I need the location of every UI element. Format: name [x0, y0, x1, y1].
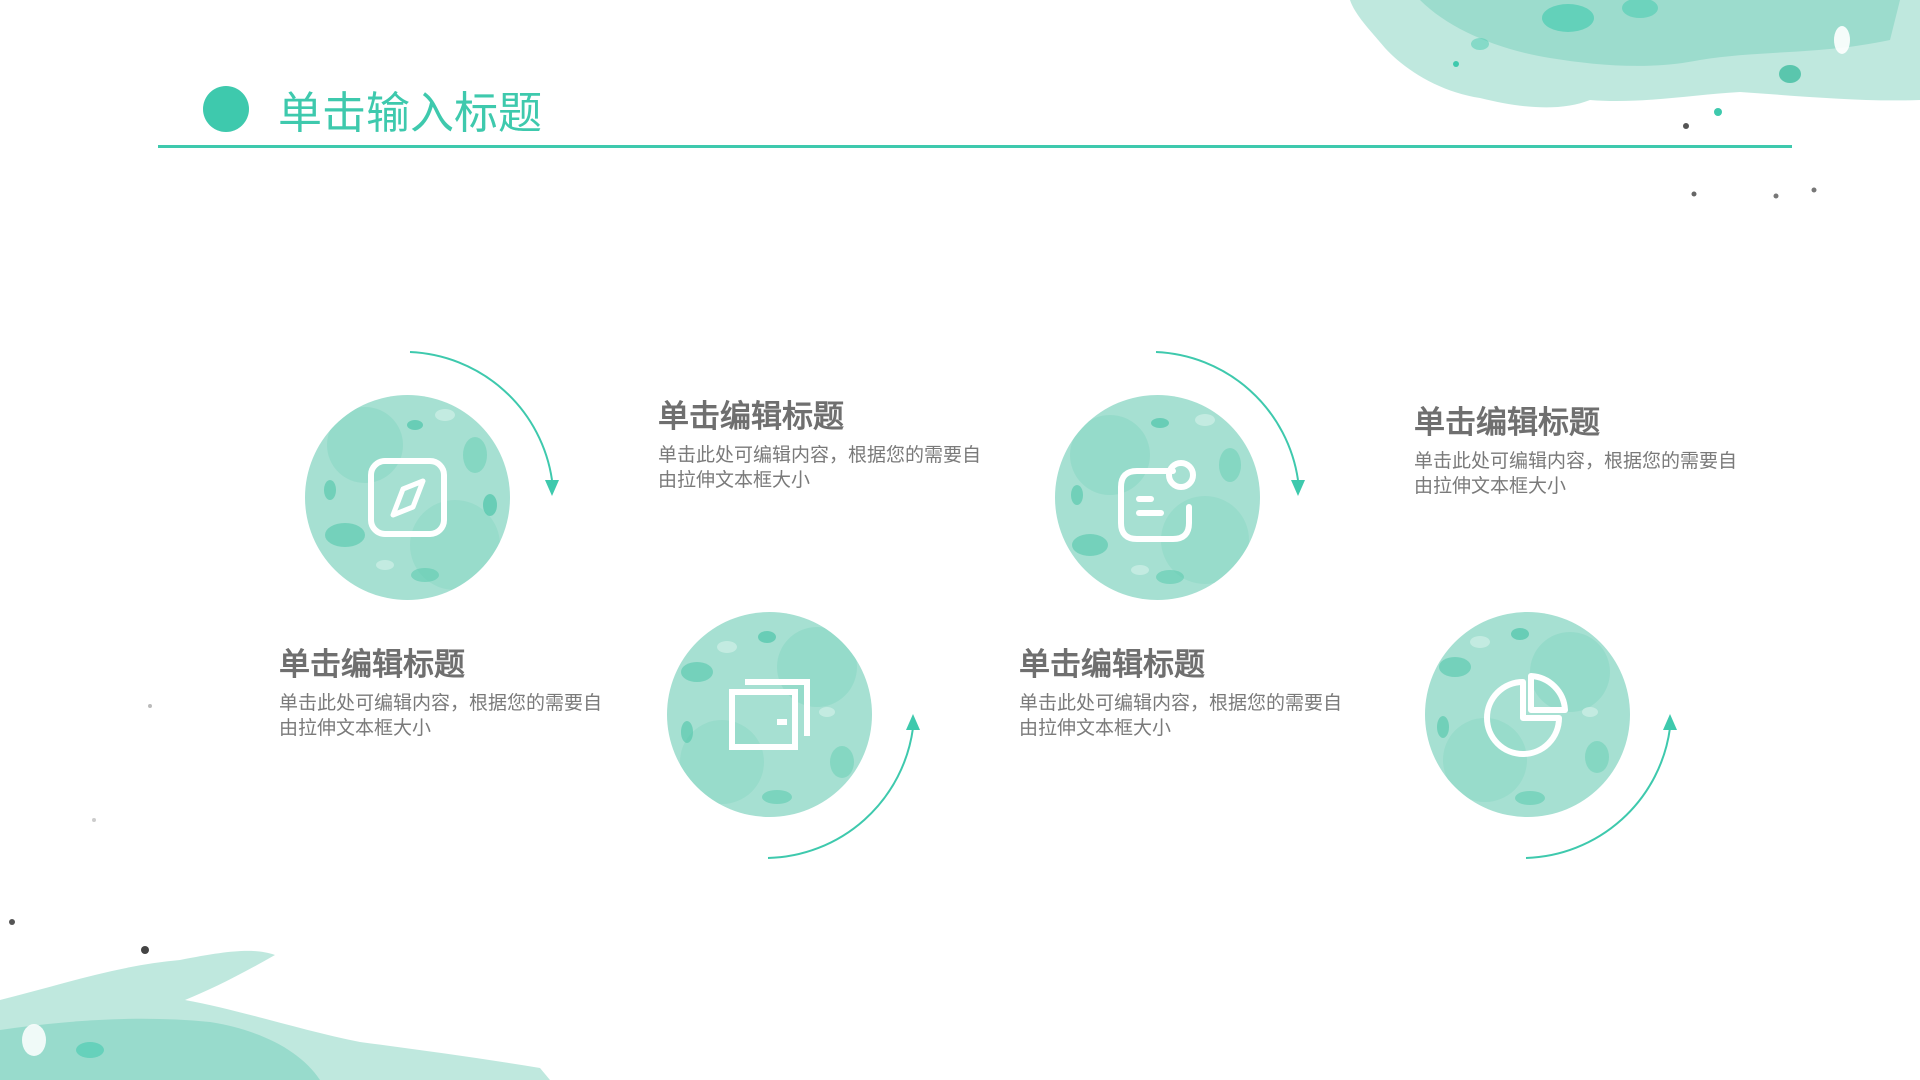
item-description[interactable]: 单击此处可编辑内容，根据您的需要自由拉伸文本框大小 — [1414, 449, 1744, 499]
item-heading[interactable]: 单击编辑标题 — [658, 397, 998, 437]
arrow-3-head — [1291, 480, 1305, 496]
item-description[interactable]: 单击此处可编辑内容，根据您的需要自由拉伸文本框大小 — [1019, 691, 1349, 741]
compass-icon — [368, 458, 447, 537]
item-heading[interactable]: 单击编辑标题 — [279, 645, 619, 685]
circle-item-1 — [305, 395, 510, 600]
arrow-2-head — [906, 714, 920, 730]
item-description[interactable]: 单击此处可编辑内容，根据您的需要自由拉伸文本框大小 — [279, 691, 609, 741]
item-text-1: 单击编辑标题 单击此处可编辑内容，根据您的需要自由拉伸文本框大小 — [279, 645, 619, 741]
item-description[interactable]: 单击此处可编辑内容，根据您的需要自由拉伸文本框大小 — [658, 443, 988, 493]
item-heading[interactable]: 单击编辑标题 — [1019, 645, 1359, 685]
item-heading[interactable]: 单击编辑标题 — [1414, 403, 1754, 443]
circle-item-4 — [1425, 612, 1630, 817]
circle-item-2 — [667, 612, 872, 817]
flow-arrows — [409, 351, 1677, 859]
pie-chart-icon — [1484, 673, 1568, 757]
circle-item-3 — [1055, 395, 1260, 600]
wallet-icon — [729, 679, 810, 750]
item-text-4: 单击编辑标题 单击此处可编辑内容，根据您的需要自由拉伸文本框大小 — [1414, 403, 1754, 499]
item-text-3: 单击编辑标题 单击此处可编辑内容，根据您的需要自由拉伸文本框大小 — [1019, 645, 1359, 741]
arrow-1-head — [545, 480, 559, 496]
message-notification-icon — [1118, 460, 1196, 542]
item-text-2: 单击编辑标题 单击此处可编辑内容，根据您的需要自由拉伸文本框大小 — [658, 397, 998, 493]
arrow-4-head — [1663, 714, 1677, 730]
